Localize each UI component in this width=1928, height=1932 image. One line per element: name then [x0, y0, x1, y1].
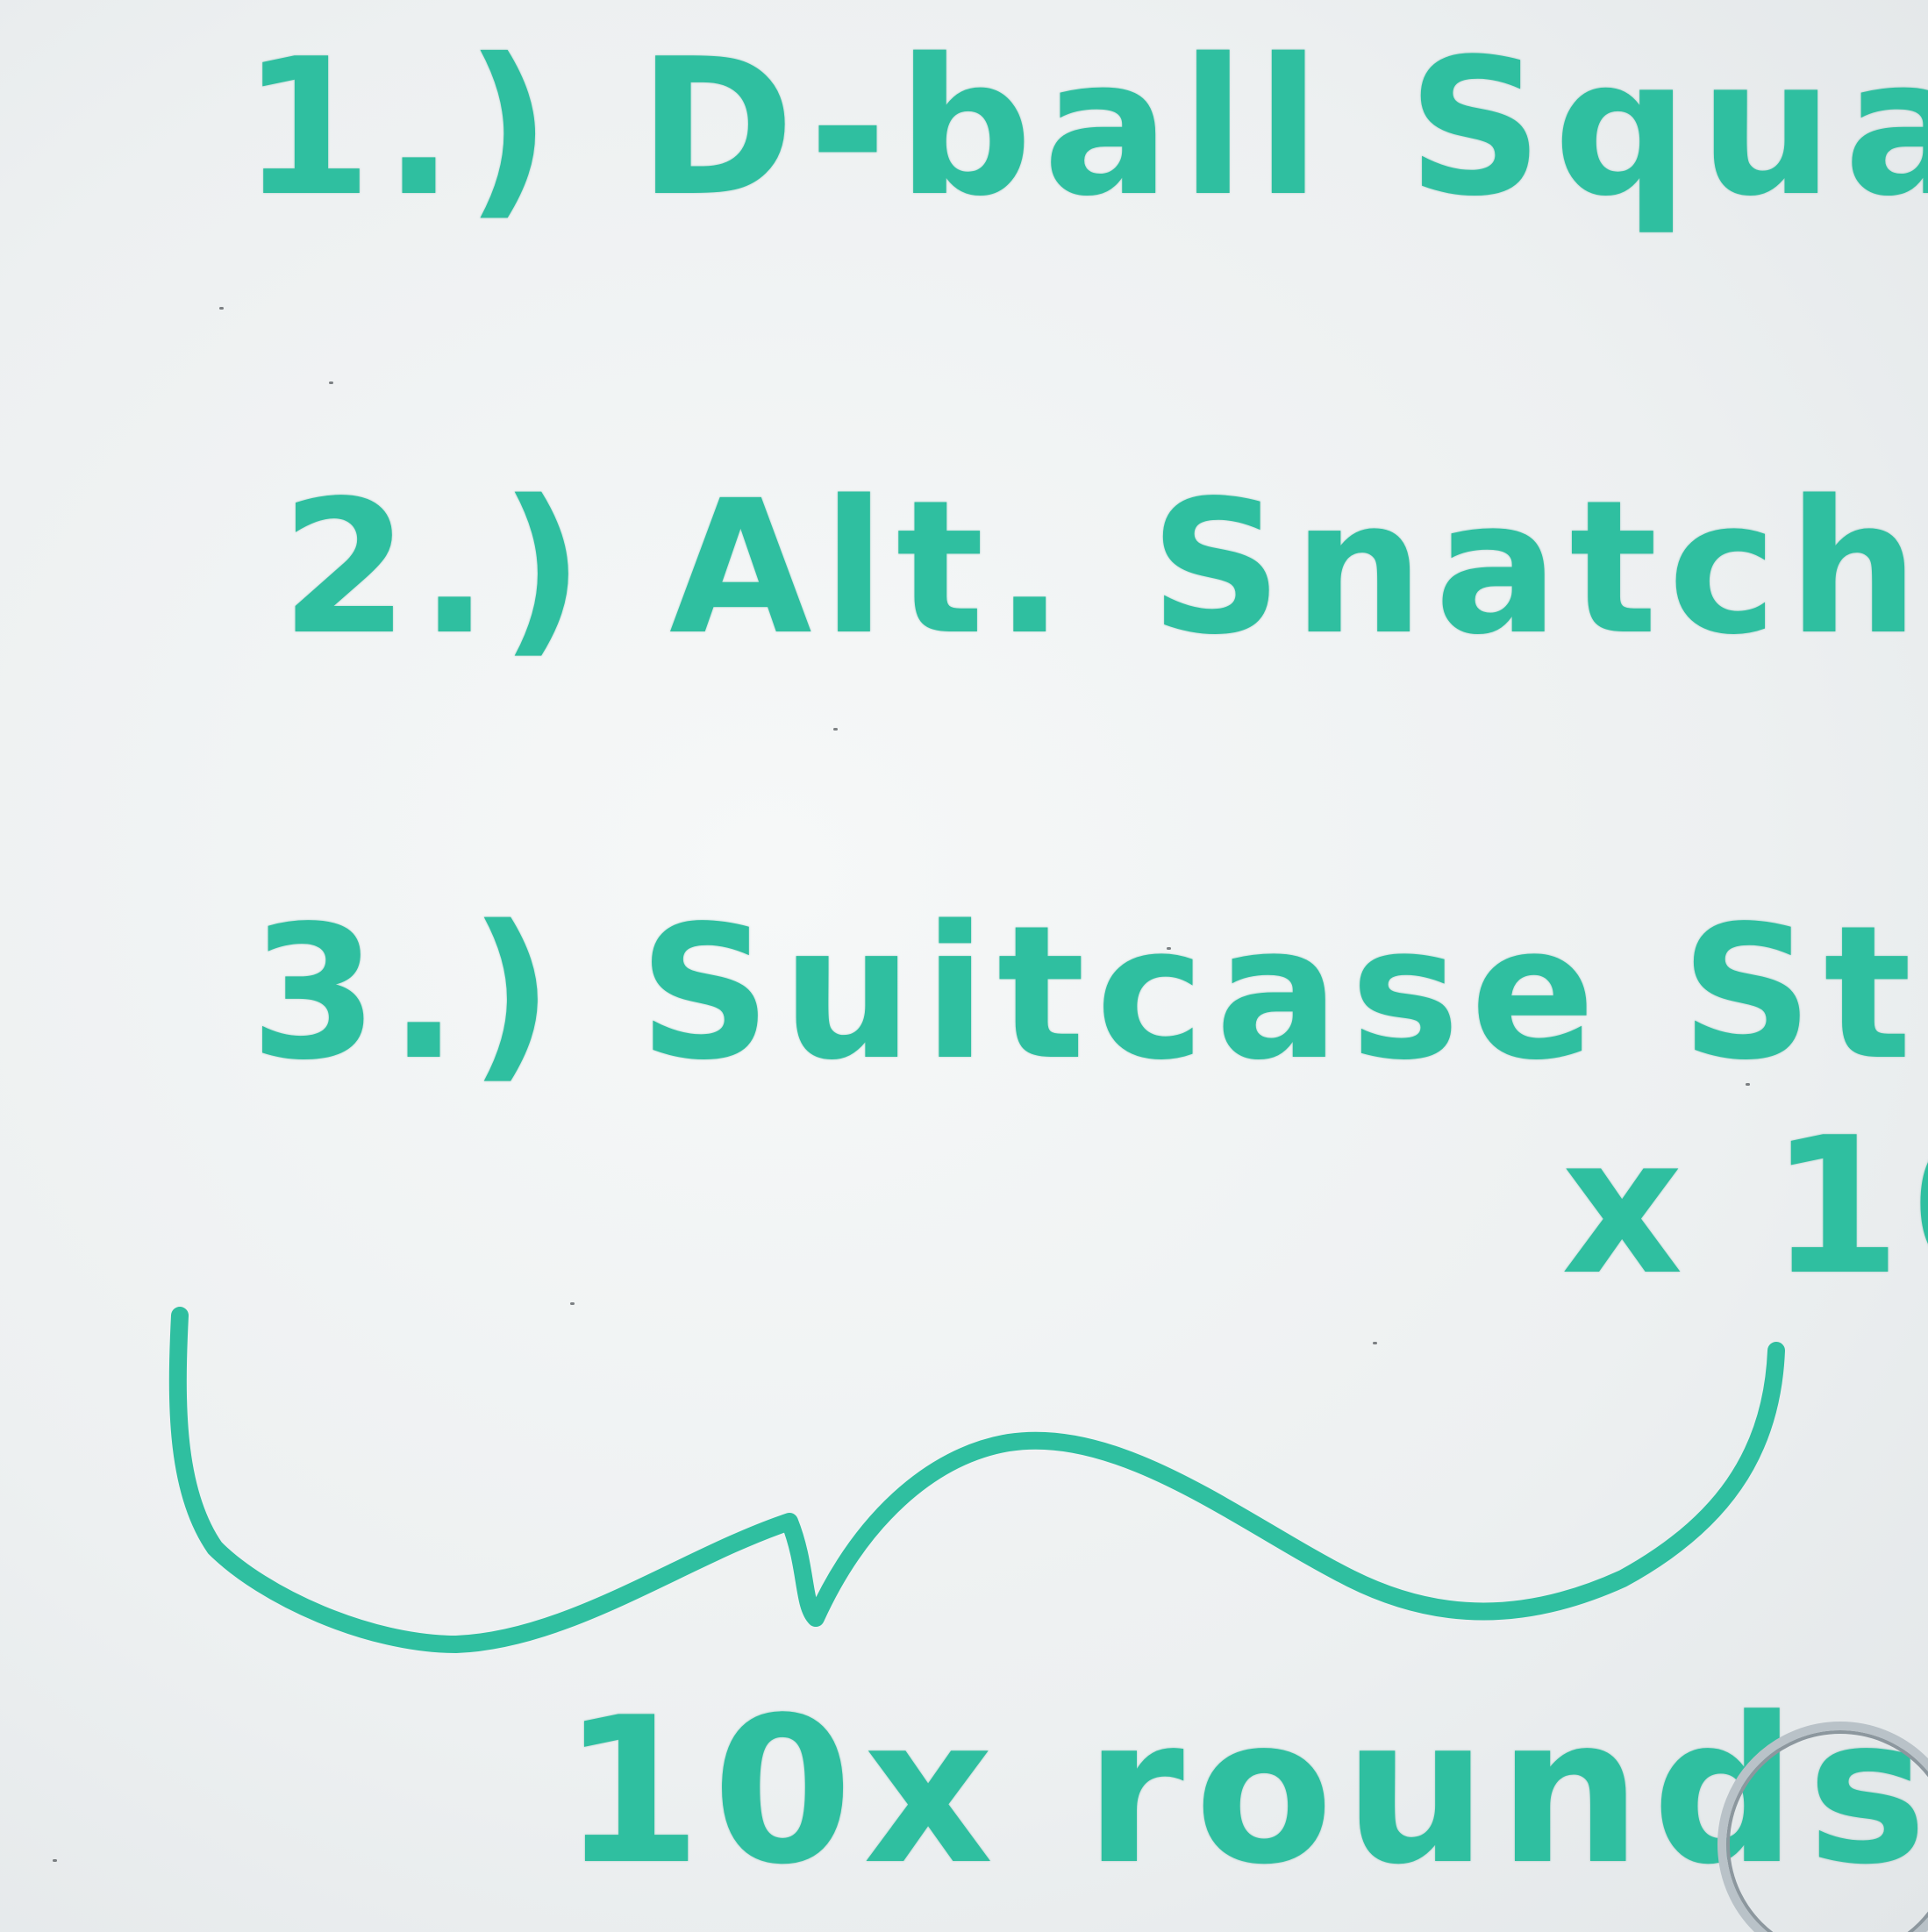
- marker-speck: [1746, 1083, 1750, 1086]
- marker-speck: [53, 1859, 57, 1862]
- exercise-3-reps: x 10: [1561, 1096, 1928, 1316]
- marker-speck: [833, 728, 838, 731]
- marker-speck: [219, 307, 224, 310]
- marker-speck: [1167, 947, 1171, 950]
- whiteboard: 1.) D-ball Squat x6 2.) Alt. Snatch x 12…: [0, 0, 1928, 1932]
- marker-speck: [1373, 1342, 1377, 1344]
- marker-speck: [329, 381, 333, 384]
- exercise-3-text: 3.) Suitcase Step-ups: [250, 886, 1928, 1101]
- exercise-2-text: 2.) Alt. Snatch x 12: [281, 460, 1928, 675]
- marker-speck: [570, 1302, 575, 1305]
- exercise-1-text: 1.) D-ball Squat x6: [241, 18, 1928, 238]
